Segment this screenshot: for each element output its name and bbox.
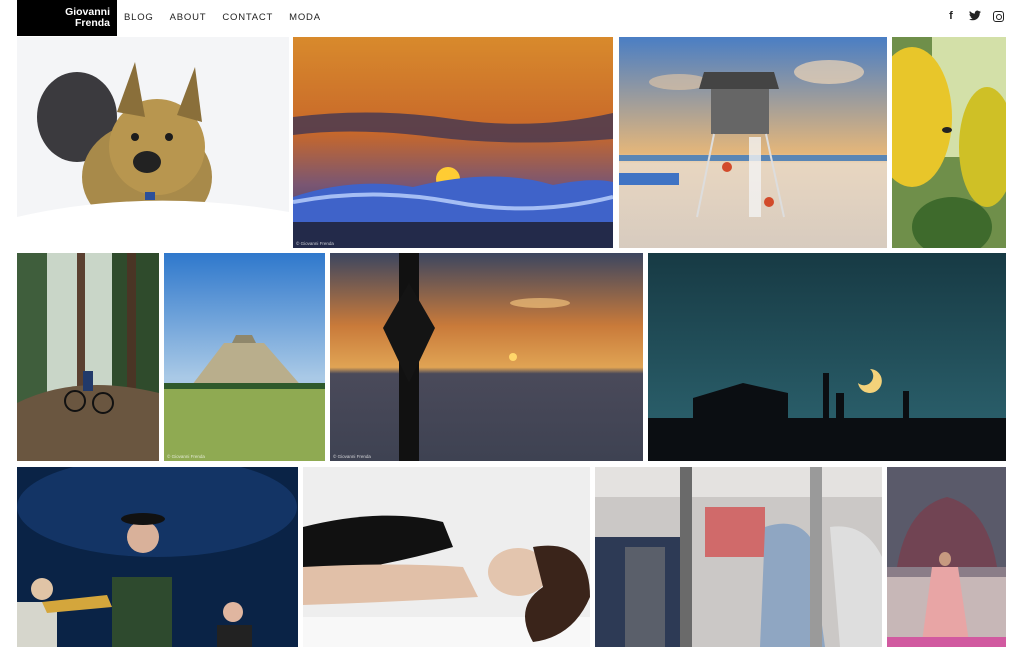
photo-mountain-biker[interactable]	[17, 253, 159, 461]
main-nav: BLOG ABOUT CONTACT MODA	[124, 12, 321, 23]
photo-night-moon-silhouette[interactable]	[648, 253, 1006, 461]
instagram-icon[interactable]	[993, 10, 1004, 22]
photo-credit: © Giovanni Frenda	[296, 241, 334, 246]
photo-clothing-store[interactable]	[595, 467, 882, 647]
photo-sea-sunset-buoy[interactable]: © Giovanni Frenda	[330, 253, 643, 461]
nav-blog[interactable]: BLOG	[124, 12, 154, 23]
photo-dog-in-snow[interactable]	[17, 37, 289, 248]
site-header: Giovanni Frenda BLOG ABOUT CONTACT MODA …	[0, 0, 1024, 36]
photo-sunflower-bee[interactable]	[892, 37, 1006, 248]
twitter-icon[interactable]	[969, 10, 981, 22]
photo-concert-musicians[interactable]	[17, 467, 298, 647]
photo-sunset-wave[interactable]: © Giovanni Frenda	[293, 37, 613, 248]
photo-fashion-runway[interactable]	[887, 467, 1006, 647]
photo-credit: © Giovanni Frenda	[167, 454, 205, 459]
photo-reclining-woman[interactable]	[303, 467, 590, 647]
photo-credit: © Giovanni Frenda	[333, 454, 371, 459]
nav-moda[interactable]: MODA	[289, 12, 321, 23]
logo-last-name: Frenda	[74, 17, 110, 29]
photo-lifeguard-tower[interactable]	[619, 37, 887, 248]
facebook-icon[interactable]: f	[945, 10, 957, 22]
photo-chichen-itza[interactable]: © Giovanni Frenda	[164, 253, 325, 461]
social-links: f	[945, 10, 1004, 22]
site-logo[interactable]: Giovanni Frenda	[17, 0, 117, 36]
nav-contact[interactable]: CONTACT	[222, 12, 273, 23]
nav-about[interactable]: ABOUT	[170, 12, 207, 23]
